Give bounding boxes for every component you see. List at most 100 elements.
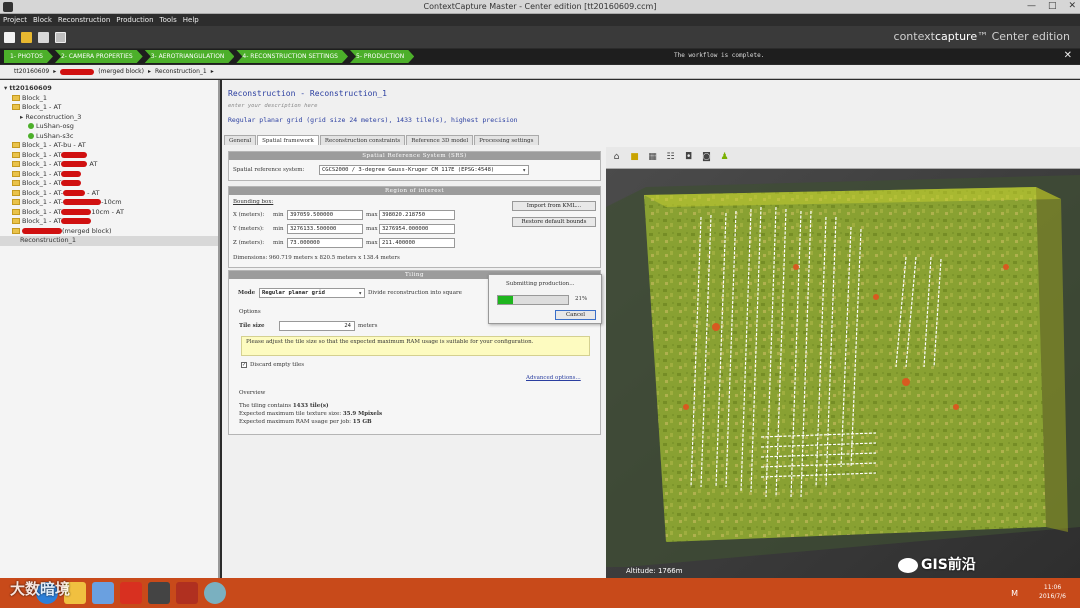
tab-processing-settings[interactable]: Processing settings	[474, 135, 539, 145]
contextcapture-icon[interactable]	[148, 582, 170, 604]
x-min-input[interactable]: 397059.500000	[287, 210, 363, 220]
z-min-input[interactable]: 73.000000	[287, 238, 363, 248]
new-file-icon[interactable]	[4, 31, 15, 43]
z-min-label: min	[273, 240, 284, 246]
folder-icon	[12, 227, 20, 234]
x-max-input[interactable]: 398020.218750	[379, 210, 455, 220]
y-max-input[interactable]: 3276954.000000	[379, 224, 455, 234]
taskbar-clock[interactable]: 11:06 2016/7/6	[1039, 583, 1066, 601]
submit-production-dialog: Submitting production... 21% Cancel	[488, 274, 602, 324]
mode-description: Divide reconstruction into square	[368, 290, 462, 296]
breadcrumb-reconstruction[interactable]: Reconstruction_1	[155, 68, 207, 75]
brand-bold: capture	[934, 30, 978, 43]
snapshot-icon[interactable]: ◙	[701, 152, 712, 163]
workflow-step-photos[interactable]: 1- PHOTOS	[4, 50, 53, 63]
workflow-step-camera[interactable]: 2- CAMERA PROPERTIES	[55, 50, 143, 63]
tiles-icon[interactable]: ☷	[665, 152, 676, 163]
tree-item[interactable]: Block_1 - AT	[0, 179, 218, 189]
tree-item[interactable]: Block_1 - AT- - AT	[0, 189, 218, 199]
breadcrumb-project[interactable]: tt20160609	[14, 68, 49, 75]
app-icon-taskbar[interactable]	[120, 582, 142, 604]
roi-group: Region of interest Bounding box: X (mete…	[228, 186, 601, 268]
y-min-input[interactable]: 3276133.500000	[287, 224, 363, 234]
app-icon-taskbar[interactable]	[204, 582, 226, 604]
open-folder-icon[interactable]	[21, 31, 32, 43]
breadcrumb-block[interactable]: (merged block)	[98, 68, 144, 75]
tree-item[interactable]: Block_1 - AT	[0, 217, 218, 227]
breadcrumb-separator: ▸	[210, 68, 214, 75]
srs-header: Spatial Reference System (SRS)	[229, 152, 600, 160]
tree-item[interactable]: Block_1 - AT AT	[0, 160, 218, 170]
tree-item[interactable]: (merged block)	[0, 227, 218, 237]
maximize-button[interactable]: □	[1048, 1, 1057, 11]
tree-item[interactable]: LuShan-s3c	[0, 132, 218, 142]
close-window-button[interactable]: ✕	[1068, 1, 1076, 11]
tree-item[interactable]: Block_1 - AT	[0, 103, 218, 113]
tile-size-input[interactable]: 24	[279, 321, 355, 331]
srs-select[interactable]: CGCS2000 / 3-degree Gauss-Kruger CM 117E…	[319, 165, 529, 175]
overview-texture: Expected maximum tile texture size: 35.9…	[239, 411, 382, 417]
system-tray[interactable]: M	[1011, 589, 1020, 598]
discard-empty-checkbox[interactable]: ✓	[241, 362, 247, 368]
tree-item[interactable]: ▾ tt20160609	[0, 84, 218, 94]
tab-general[interactable]: General	[224, 135, 257, 145]
app-icon-taskbar[interactable]	[176, 582, 198, 604]
menu-project[interactable]: Project	[3, 16, 27, 24]
camera-icon[interactable]: ◘	[683, 152, 694, 163]
workflow-step-production[interactable]: 5- PRODUCTION	[350, 50, 414, 63]
bounding-box-label: Bounding box:	[233, 199, 274, 205]
tab-spatial-framework[interactable]: Spatial framework	[257, 135, 319, 145]
save-icon[interactable]	[38, 31, 49, 43]
tree-item-suffix: (merged block)	[62, 226, 112, 235]
tree-item-label: LuShan-s3c	[36, 131, 74, 140]
cancel-button[interactable]: Cancel	[555, 310, 596, 320]
workflow-close-icon[interactable]: ✕	[1064, 50, 1072, 61]
tree-item[interactable]: Block_1 - AT- -10cm	[0, 198, 218, 208]
chevron-down-icon: ▾	[522, 167, 526, 174]
overview-ram-text: Expected maximum RAM usage per job:	[239, 419, 353, 425]
cube-view-icon[interactable]: ■	[629, 152, 640, 163]
workflow-step-reconstruction[interactable]: 4- RECONSTRUCTION SETTINGS	[236, 50, 348, 63]
mode-select[interactable]: Regular planar grid ▾	[259, 288, 365, 298]
tree-item-label: tt20160609	[9, 84, 52, 92]
building-marker	[953, 404, 959, 410]
window-controls: — □ ✕	[1027, 1, 1076, 11]
tree-item[interactable]: Block_1 - AT	[0, 151, 218, 161]
figure-icon[interactable]: ♟	[719, 152, 730, 163]
minimize-button[interactable]: —	[1027, 1, 1036, 11]
tree-item[interactable]: Block_1 - AT-bu - AT	[0, 141, 218, 151]
tree-item[interactable]: Block_1 - AT 10cm - AT	[0, 208, 218, 218]
tree-item[interactable]: Block_1	[0, 94, 218, 104]
redaction-mark	[61, 208, 92, 215]
tree-item[interactable]: ▸ Reconstruction_3	[0, 113, 218, 123]
tree-item[interactable]: Block_1 - AT	[0, 170, 218, 180]
tree-item-label: Block_1 - AT	[22, 217, 62, 225]
overview-texture-value: 35.9 Mpixels	[342, 411, 383, 417]
import-kml-button[interactable]: Import from KML...	[512, 201, 596, 211]
workflow-step-aerotriangulation[interactable]: 3- AEROTRIANGULATION	[145, 50, 235, 63]
app-icon-taskbar[interactable]	[92, 582, 114, 604]
description-field[interactable]: enter your description here	[228, 103, 317, 109]
grid-icon[interactable]: ▦	[647, 152, 658, 163]
tree-item[interactable]: Reconstruction_1	[0, 236, 218, 246]
breadcrumb: tt20160609 ▸ (merged block) ▸ Reconstruc…	[0, 65, 1080, 79]
advanced-options-link[interactable]: Advanced options...	[526, 375, 581, 381]
menu-production[interactable]: Production	[116, 16, 153, 24]
menu-tools[interactable]: Tools	[160, 16, 177, 24]
y-axis-label: Y (meters):	[233, 226, 264, 232]
folder-icon	[12, 180, 20, 186]
3d-scene	[606, 169, 1080, 578]
tab-reference-3d-model[interactable]: Reference 3D model	[406, 135, 474, 145]
screen-root: ContextCapture Master - Center edition […	[0, 0, 1080, 608]
z-max-input[interactable]: 211.400000	[379, 238, 455, 248]
watermark-left: 大数暗境	[10, 580, 71, 598]
restore-bounds-button[interactable]: Restore default bounds	[512, 217, 596, 227]
home-icon[interactable]: ⌂	[611, 152, 622, 163]
monitor-icon[interactable]	[55, 31, 66, 43]
3d-view[interactable]: Altitude: 1766m GIS前沿	[606, 147, 1080, 578]
menu-reconstruction[interactable]: Reconstruction	[58, 16, 110, 24]
menu-block[interactable]: Block	[33, 16, 52, 24]
tab-reconstruction-constraints[interactable]: Reconstruction constraints	[319, 135, 406, 145]
tree-item[interactable]: LuShan-osg	[0, 122, 218, 132]
menu-help[interactable]: Help	[183, 16, 199, 24]
